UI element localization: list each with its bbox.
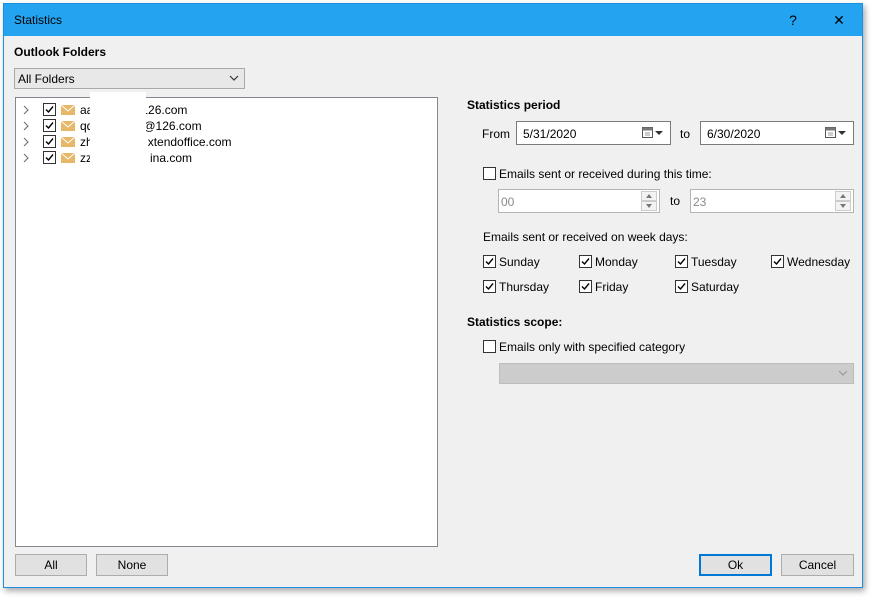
time-filter-checkbox[interactable]	[483, 167, 496, 180]
close-button[interactable]: ✕	[816, 4, 862, 36]
redaction-overlay	[90, 92, 146, 164]
checkmark-icon	[45, 122, 54, 130]
statistics-scope-label: Statistics scope:	[467, 315, 563, 329]
checkmark-icon	[581, 283, 590, 291]
weekday-label: Saturday	[691, 280, 740, 294]
category-select[interactable]	[499, 363, 854, 384]
chevron-right-icon[interactable]	[21, 120, 31, 132]
checkmark-icon	[677, 258, 686, 266]
select-all-button[interactable]: All	[15, 554, 87, 576]
weekday-label: Wednesday	[787, 255, 851, 269]
weekday-label: Friday	[595, 280, 629, 294]
weekday-label: Monday	[595, 255, 638, 269]
weekday-checkbox[interactable]	[579, 255, 592, 268]
weekday-label: Sunday	[499, 255, 540, 269]
weekdays-label: Emails sent or received on week days:	[483, 230, 688, 244]
tree-row-account-4[interactable]: zz ina.com	[16, 150, 437, 166]
tree-row-account-3[interactable]: zh xtendoffice.com	[16, 134, 437, 150]
to-date-picker[interactable]: 6/30/2020	[700, 121, 854, 145]
mail-folder-icon	[61, 153, 75, 163]
select-none-button[interactable]: None	[96, 554, 168, 576]
chevron-down-icon	[838, 370, 848, 376]
spinner-arrows-icon[interactable]	[835, 191, 851, 211]
checkmark-icon	[773, 258, 782, 266]
checkmark-icon	[45, 138, 54, 146]
start-hour-value: 00	[501, 195, 515, 209]
tree-row-account-1[interactable]: aa 126.com	[16, 102, 437, 118]
title-bar: Statistics ? ✕	[4, 4, 862, 36]
weekday-checkbox[interactable]	[675, 280, 688, 293]
category-checkbox[interactable]	[483, 340, 496, 353]
folder-scope-select[interactable]: All Folders	[14, 68, 245, 89]
weekday-checkbox[interactable]	[579, 280, 592, 293]
spinner-arrows-icon[interactable]	[641, 191, 657, 211]
to-date-value: 6/30/2020	[707, 127, 761, 141]
end-hour-value: 23	[693, 195, 707, 209]
chevron-right-icon[interactable]	[21, 136, 31, 148]
time-to-label: to	[670, 194, 681, 208]
mail-folder-icon	[61, 121, 75, 131]
account-checkbox[interactable]	[43, 119, 56, 132]
time-filter-label: Emails sent or received during this time…	[499, 167, 712, 181]
chevron-right-icon[interactable]	[21, 152, 31, 164]
weekday-label: Tuesday	[691, 255, 737, 269]
checkmark-icon	[485, 258, 494, 266]
account-checkbox[interactable]	[43, 103, 56, 116]
calendar-dropdown-icon[interactable]	[825, 127, 847, 139]
account-checkbox[interactable]	[43, 151, 56, 164]
period-to-label: to	[680, 127, 691, 141]
chevron-down-icon	[229, 75, 239, 81]
checkmark-icon	[45, 106, 54, 114]
chevron-right-icon[interactable]	[21, 104, 31, 116]
tree-row-account-2[interactable]: qq @126.com	[16, 118, 437, 134]
from-date-value: 5/31/2020	[523, 127, 577, 141]
outlook-folders-label: Outlook Folders	[14, 45, 107, 59]
checkmark-icon	[45, 154, 54, 162]
account-checkbox[interactable]	[43, 135, 56, 148]
cancel-button[interactable]: Cancel	[781, 554, 854, 576]
start-hour-spinner[interactable]: 00	[498, 189, 660, 213]
folder-scope-value: All Folders	[18, 72, 75, 86]
account-tree[interactable]: aa 126.com qq @126.com zh xtendoffice.com z…	[15, 97, 438, 547]
from-label: From	[482, 127, 510, 141]
ok-button[interactable]: Ok	[699, 554, 772, 576]
close-icon: ✕	[833, 11, 845, 28]
weekday-checkbox[interactable]	[483, 255, 496, 268]
weekday-checkbox[interactable]	[483, 280, 496, 293]
checkmark-icon	[581, 258, 590, 266]
end-hour-spinner[interactable]: 23	[690, 189, 854, 213]
help-icon: ?	[789, 12, 797, 28]
mail-folder-icon	[61, 105, 75, 115]
from-date-picker[interactable]: 5/31/2020	[516, 121, 671, 145]
help-button[interactable]: ?	[770, 4, 816, 36]
statistics-dialog: Statistics ? ✕ Outlook Folders All Folde…	[3, 3, 863, 588]
mail-folder-icon	[61, 137, 75, 147]
statistics-period-label: Statistics period	[467, 98, 561, 112]
category-filter-label: Emails only with specified category	[499, 340, 686, 354]
calendar-dropdown-icon[interactable]	[642, 127, 664, 139]
checkmark-icon	[677, 283, 686, 291]
weekday-checkbox[interactable]	[675, 255, 688, 268]
weekday-label: Thursday	[499, 280, 550, 294]
checkmark-icon	[485, 283, 494, 291]
dialog-title: Statistics	[14, 13, 63, 27]
weekday-checkbox[interactable]	[771, 255, 784, 268]
